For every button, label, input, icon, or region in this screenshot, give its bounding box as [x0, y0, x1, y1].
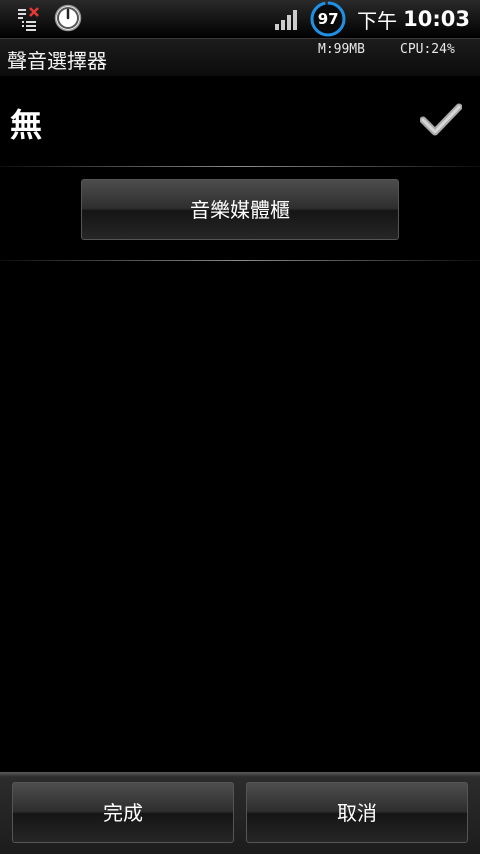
- divider: [0, 166, 480, 167]
- done-button[interactable]: 完成: [12, 782, 234, 843]
- music-library-button[interactable]: 音樂媒體櫃: [81, 179, 399, 240]
- time-value: 10:03: [403, 7, 470, 31]
- divider: [0, 260, 480, 261]
- signal-icon: [275, 8, 301, 30]
- status-bar: 97 下午 10:03: [0, 0, 480, 38]
- battery-ring-icon: 97: [309, 0, 347, 38]
- cancel-button[interactable]: 取消: [246, 782, 468, 843]
- memory-readout: M:99MB: [318, 42, 365, 57]
- status-bar-left: [16, 4, 82, 32]
- clock-icon: [54, 4, 82, 32]
- task-manager-icon: [16, 5, 40, 31]
- option-none[interactable]: 無: [0, 76, 480, 166]
- time-ampm: 下午: [357, 8, 398, 33]
- page-title: 聲音選擇器: [7, 49, 107, 73]
- title-bar: 聲音選擇器 M:99MB CPU:24%: [0, 38, 480, 76]
- cpu-readout: CPU:24%: [400, 42, 455, 57]
- check-icon: [419, 102, 463, 138]
- option-none-label: 無: [10, 106, 43, 144]
- status-bar-right: 97 下午 10:03: [275, 0, 470, 38]
- battery-level: 97: [317, 10, 339, 28]
